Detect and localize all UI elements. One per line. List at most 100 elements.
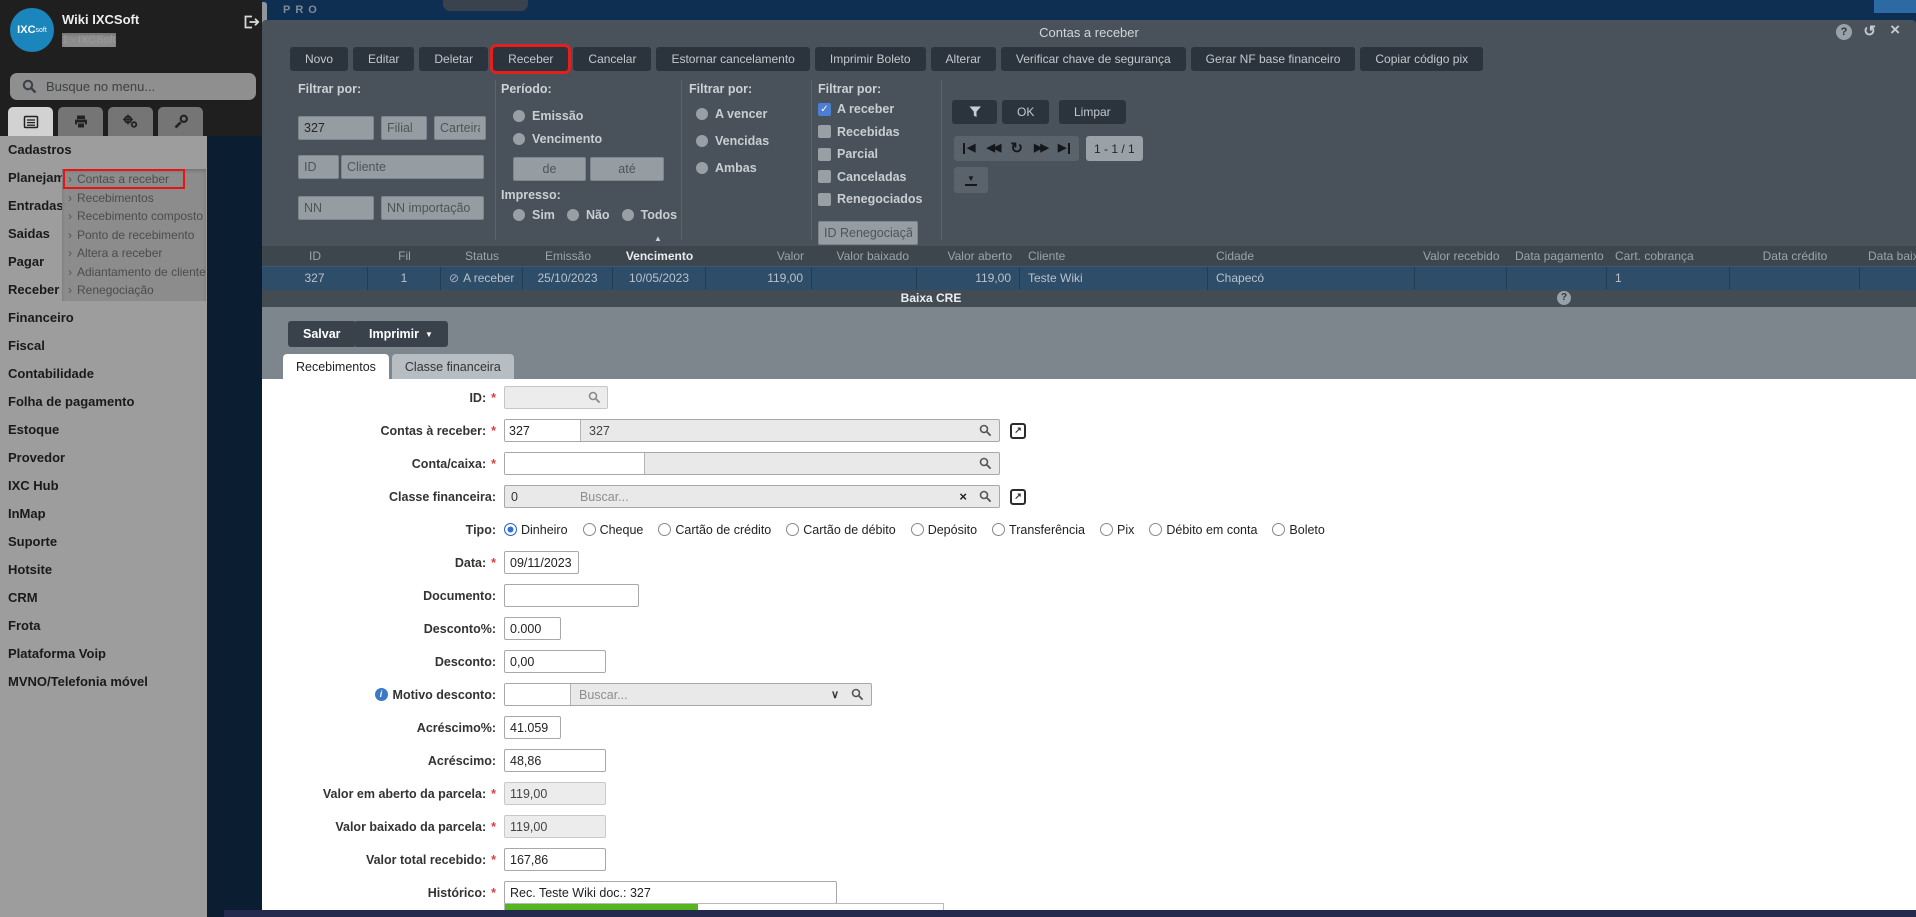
column-header-id[interactable]: ID (262, 246, 368, 266)
radio-vencimento[interactable]: Vencimento (513, 127, 602, 150)
refresh-icon[interactable]: ↻ (1010, 141, 1023, 156)
sidebar-item-fiscal[interactable]: Fiscal (0, 332, 207, 360)
chevron-down-icon[interactable]: ∨ (831, 688, 839, 701)
combo-input-motivo_desconto[interactable] (505, 684, 571, 705)
toolbar-button-imprimir-boleto[interactable]: Imprimir Boleto (814, 47, 926, 71)
sidebar-subitem-adiantamento-de-cliente[interactable]: › Adiantamento de cliente (62, 263, 206, 282)
column-header-vencimento[interactable]: Vencimento (613, 246, 706, 266)
field-input-acrescimo_pct[interactable] (504, 716, 561, 739)
sidebar-item-inmap[interactable]: InMap (0, 500, 207, 528)
filter-nn-importacao-input[interactable] (381, 196, 484, 220)
sidebar-item-suporte[interactable]: Suporte (0, 528, 207, 556)
next-page-icon[interactable]: ▶▶ (1034, 143, 1049, 154)
toolbar-button-estornar-cancelamento[interactable]: Estornar cancelamento (656, 47, 810, 71)
field-input-historico[interactable] (504, 881, 837, 904)
field-input-data[interactable] (504, 551, 579, 574)
field-input-valor_baixado_parcela[interactable] (504, 815, 606, 838)
radio-nao[interactable]: Não (566, 208, 610, 222)
help-icon[interactable]: ? (1557, 291, 1571, 305)
column-header-valor-baixado[interactable]: Valor baixado (812, 246, 917, 266)
info-icon[interactable]: i (374, 688, 388, 701)
help-icon[interactable]: ? (1836, 24, 1852, 40)
sidebar-item-cadastros[interactable]: Cadastros (0, 136, 207, 164)
toolbar-button-editar[interactable]: Editar (353, 47, 415, 71)
sidebar-subitem-recebimentos[interactable]: › Recebimentos (62, 189, 206, 208)
search-icon[interactable] (979, 424, 992, 437)
combo-input-contas_a_receber[interactable] (505, 420, 581, 441)
funnel-filter-button[interactable] (952, 100, 997, 124)
first-page-icon[interactable]: ◀ (963, 143, 975, 154)
sidebar-subitem-altera-a-receber[interactable]: › Altera a receber (62, 244, 206, 263)
radio-cheque[interactable]: Cheque (582, 523, 643, 537)
filter-filial-input[interactable] (381, 116, 427, 140)
column-header-cidade[interactable]: Cidade (1208, 246, 1415, 266)
column-header-cliente[interactable]: Cliente (1020, 246, 1208, 266)
radio-sim[interactable]: Sim (513, 208, 555, 222)
external-link-icon[interactable]: ↗ (1010, 488, 1026, 505)
sidebar-subitem-recebimento-composto[interactable]: › Recebimento composto (62, 207, 206, 226)
field-input-acrescimo[interactable] (504, 749, 606, 772)
sidebar-item-hotsite[interactable]: Hotsite (0, 556, 207, 584)
checkbox-renegociados[interactable]: Renegociados (818, 188, 922, 211)
sidebar-item-crm[interactable]: CRM (0, 584, 207, 612)
combo-input-conta_caixa[interactable] (505, 453, 645, 474)
column-header-cart-cobranca[interactable]: Cart. cobrança (1607, 246, 1730, 266)
filter-cliente-input[interactable] (341, 155, 484, 179)
radio-vencidas[interactable]: Vencidas (696, 127, 769, 154)
toolbar-button-deletar[interactable]: Deletar (419, 47, 489, 71)
column-header-valor[interactable]: Valor (706, 246, 812, 266)
radio-cartao-de-debito[interactable]: Cartão de débito (786, 523, 896, 537)
close-icon[interactable]: × (1890, 20, 1900, 40)
toolbar-button-cancelar[interactable]: Cancelar (573, 47, 652, 71)
field-input-documento[interactable] (504, 584, 639, 607)
last-page-icon[interactable]: ▶ (1058, 143, 1071, 154)
sidebar-item-provedor[interactable]: Provedor (0, 444, 207, 472)
radio-debito-em-conta[interactable]: Débito em conta (1149, 523, 1257, 537)
tab-menu[interactable] (8, 107, 53, 136)
radio-transferencia[interactable]: Transferência (992, 523, 1085, 537)
history-icon[interactable]: ↺ (1863, 22, 1876, 40)
filter-date-to-input[interactable] (590, 157, 664, 181)
sidebar-item-mvno-telefonia-movel[interactable]: MVNO/Telefonia móvel (0, 668, 207, 696)
radio-a-vencer[interactable]: A vencer (696, 100, 769, 127)
filter-carteira-input[interactable] (434, 116, 486, 140)
tab-tools[interactable] (158, 107, 203, 136)
sidebar-item-folha-de-pagamento[interactable]: Folha de pagamento (0, 388, 207, 416)
filter-id-renegociacao-input[interactable] (818, 221, 918, 245)
column-header-valor-aberto[interactable]: Valor aberto (917, 246, 1020, 266)
radio-todos[interactable]: Todos (621, 208, 677, 222)
toolbar-button-novo[interactable]: Novo (290, 47, 349, 71)
tab-recebimentos[interactable]: Recebimentos (283, 354, 389, 379)
checkbox-a-receber[interactable]: ✓ A receber (818, 98, 922, 121)
toolbar-button-verificar-chave-de-seguranca[interactable]: Verificar chave de segurança (1000, 47, 1186, 71)
column-header-data-pagamento[interactable]: Data pagamento (1507, 246, 1607, 266)
save-button[interactable]: Salvar (288, 321, 356, 347)
table-row[interactable]: 327 1 ⊘ A receber 25/10/2023 10/05/2023 119,00… (262, 266, 1916, 290)
checkbox-parcial[interactable]: Parcial (818, 143, 922, 166)
search-icon[interactable] (979, 490, 992, 503)
filter-date-from-input[interactable] (513, 157, 586, 181)
column-header-emissao[interactable]: Emissão (523, 246, 613, 266)
column-header-status[interactable]: Status (441, 246, 523, 266)
column-header-valor-recebido[interactable]: Valor recebido (1415, 246, 1507, 266)
toolbar-button-alterar[interactable]: Alterar (930, 47, 996, 71)
tab-print[interactable] (58, 107, 103, 136)
filter-id-value-input[interactable] (298, 116, 374, 140)
sidebar-subitem-contas-a-receber[interactable]: › Contas a receber (62, 169, 206, 189)
radio-emissao[interactable]: Emissão (513, 104, 602, 127)
search-icon[interactable] (979, 457, 992, 470)
field-input-desconto_pct[interactable] (504, 617, 561, 640)
external-link-icon[interactable]: ↗ (1010, 422, 1026, 439)
field-input-valor_total_recebido[interactable] (504, 848, 606, 871)
field-input-desconto[interactable] (504, 650, 606, 673)
limpar-button[interactable]: Limpar (1059, 100, 1126, 124)
radio-dinheiro[interactable]: Dinheiro (504, 523, 568, 537)
clear-icon[interactable]: × (959, 490, 967, 503)
ok-button[interactable]: OK (1002, 100, 1050, 124)
toolbar-button-copiar-codigo-pix[interactable]: Copiar código pix (1360, 47, 1484, 71)
column-header-data-credito[interactable]: Data crédito (1730, 246, 1860, 266)
menu-search-input[interactable]: Busque no menu... (10, 73, 256, 100)
sidebar-item-estoque[interactable]: Estoque (0, 416, 207, 444)
sidebar-item-contabilidade[interactable]: Contabilidade (0, 360, 207, 388)
checkbox-canceladas[interactable]: Canceladas (818, 166, 922, 189)
